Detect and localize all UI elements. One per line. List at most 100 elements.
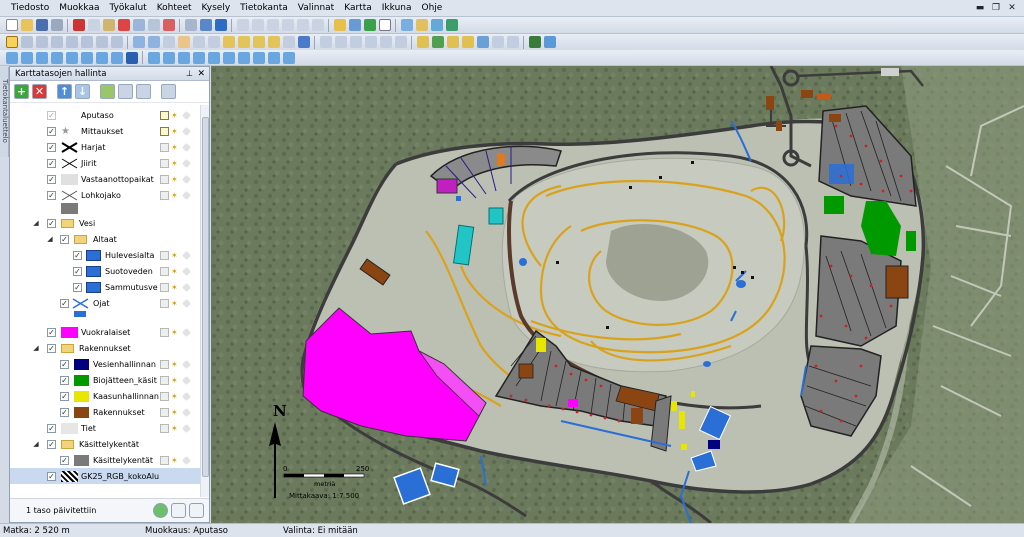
layer-row-ojat[interactable]: ✓ Ojat ✶ (10, 295, 200, 311)
edit-icon[interactable] (160, 298, 169, 308)
star-icon[interactable]: ✶ (171, 283, 180, 292)
draw-icon[interactable] (267, 51, 280, 64)
print-icon[interactable] (50, 19, 63, 31)
report-icon[interactable] (162, 19, 175, 31)
tool-icon[interactable] (252, 36, 265, 48)
cut-icon[interactable] (72, 19, 85, 31)
draw-icon[interactable] (50, 51, 63, 64)
layer-checkbox[interactable]: ✓ (47, 327, 56, 337)
tool-icon[interactable] (491, 36, 504, 48)
tool-icon[interactable] (319, 36, 332, 48)
layer-checkbox[interactable]: ✓ (60, 375, 69, 385)
layer-settings-icon[interactable] (189, 503, 204, 518)
menu-kysely[interactable]: Kysely (197, 0, 236, 17)
window-icon[interactable] (147, 19, 160, 31)
draw-icon[interactable] (5, 51, 18, 64)
close-panel-icon[interactable]: ✕ (197, 67, 205, 81)
edit-icon[interactable] (160, 142, 169, 152)
layer-row-hulevesi[interactable]: ✓ Hulevesialta ✶ (10, 247, 200, 263)
draw-icon[interactable] (20, 51, 33, 64)
label-icon[interactable] (182, 142, 191, 152)
layer-checkbox[interactable]: ✓ (47, 174, 56, 184)
layer-options-icon[interactable] (171, 503, 186, 518)
tool-icon[interactable] (379, 36, 392, 48)
layer-properties-icon[interactable] (100, 84, 115, 99)
undo-icon[interactable] (214, 19, 227, 31)
label-icon[interactable] (182, 298, 191, 308)
layer-row-aputaso[interactable]: ✓ Aputaso ✶ (10, 107, 200, 123)
layer-checkbox[interactable]: ✓ (47, 110, 56, 120)
star-icon[interactable]: ✶ (171, 456, 180, 465)
label-icon[interactable] (182, 391, 191, 401)
tool-icon[interactable] (476, 36, 489, 48)
tool-icon[interactable] (296, 19, 309, 31)
copy-icon[interactable] (87, 19, 100, 31)
draw-icon[interactable] (147, 51, 160, 64)
tool-icon[interactable] (282, 36, 295, 48)
menu-muokkaa[interactable]: Muokkaa (54, 0, 104, 17)
save-icon[interactable] (35, 19, 48, 31)
refresh-icon[interactable] (199, 19, 212, 31)
star-icon[interactable]: ✶ (171, 127, 180, 136)
edit-icon[interactable] (160, 110, 169, 120)
edit-icon[interactable] (160, 250, 169, 260)
expand-icon[interactable]: ◢ (32, 344, 40, 352)
star-icon[interactable]: ✶ (171, 392, 180, 401)
add-layer-icon[interactable]: + (14, 84, 29, 99)
layer-checkbox[interactable]: ✓ (47, 158, 56, 168)
layer-checkbox[interactable]: ✓ (60, 298, 69, 308)
close-window-icon[interactable]: ✕ (1006, 2, 1018, 14)
select-arrow-icon[interactable] (5, 36, 18, 48)
refresh-layers-icon[interactable] (153, 503, 168, 518)
edit-icon[interactable] (160, 126, 169, 136)
pin-icon[interactable]: ⊥ (186, 67, 193, 81)
zoom-icon[interactable] (162, 36, 175, 48)
map-icon[interactable] (348, 19, 361, 31)
grid-icon[interactable] (184, 19, 197, 31)
paste-icon[interactable] (102, 19, 115, 31)
label-icon[interactable] (182, 158, 191, 168)
pan-hand-icon[interactable] (177, 36, 190, 48)
group-row-rakennukset[interactable]: ◢ ✓ Rakennukset (10, 340, 200, 356)
layer-row-mittaukset[interactable]: ✓ ★ Mittaukset ✶ (10, 123, 200, 139)
layer-checkbox[interactable]: ✓ (73, 250, 82, 260)
layer-row-vuokralaiset[interactable]: ✓ Vuokralaiset ✶ (10, 324, 200, 340)
edit-icon[interactable] (160, 158, 169, 168)
tool-icon[interactable] (237, 36, 250, 48)
label-icon[interactable] (182, 423, 191, 433)
menu-tietokanta[interactable]: Tietokanta (235, 0, 293, 17)
layer-row-biojatteen[interactable]: ✓ Biojätteen_käsit ✶ (10, 372, 200, 388)
layer-row-jiirit[interactable]: ✓ Jiirit ✶ (10, 155, 200, 171)
layer-checkbox[interactable]: ✓ (47, 142, 56, 152)
menu-kohteet[interactable]: Kohteet (152, 0, 197, 17)
draw-icon[interactable] (207, 51, 220, 64)
tool-icon[interactable] (431, 36, 444, 48)
layer-checkbox[interactable]: ✓ (47, 126, 56, 136)
edit-icon[interactable] (160, 327, 169, 337)
layer-checkbox[interactable]: ✓ (60, 359, 69, 369)
layer-tool-icon[interactable] (161, 84, 176, 99)
edit-icon[interactable] (160, 266, 169, 276)
label-icon[interactable] (182, 126, 191, 136)
tool-icon[interactable] (251, 19, 264, 31)
layer-checkbox[interactable]: ✓ (47, 439, 56, 449)
tool-icon[interactable] (236, 19, 249, 31)
label-icon[interactable] (182, 190, 191, 200)
tool-icon[interactable] (281, 19, 294, 31)
label-icon[interactable] (182, 250, 191, 260)
group-row-altaat[interactable]: ◢ ✓ Altaat (10, 231, 200, 247)
tool-icon[interactable] (394, 36, 407, 48)
draw-icon[interactable] (252, 51, 265, 64)
draw-icon[interactable] (237, 51, 250, 64)
menu-ohje[interactable]: Ohje (417, 0, 448, 17)
menu-tiedosto[interactable]: Tiedosto (6, 0, 54, 17)
layer-row-rakennukset[interactable]: ✓ Rakennukset ✶ (10, 404, 200, 420)
layer-checkbox[interactable]: ✓ (47, 471, 56, 481)
select-icon[interactable] (95, 36, 108, 48)
draw-icon[interactable] (222, 51, 235, 64)
label-icon[interactable] (182, 359, 191, 369)
tool-icon[interactable] (311, 19, 324, 31)
layer-checkbox[interactable]: ✓ (73, 266, 82, 276)
tool-icon[interactable] (297, 36, 310, 48)
edit-icon[interactable] (160, 359, 169, 369)
